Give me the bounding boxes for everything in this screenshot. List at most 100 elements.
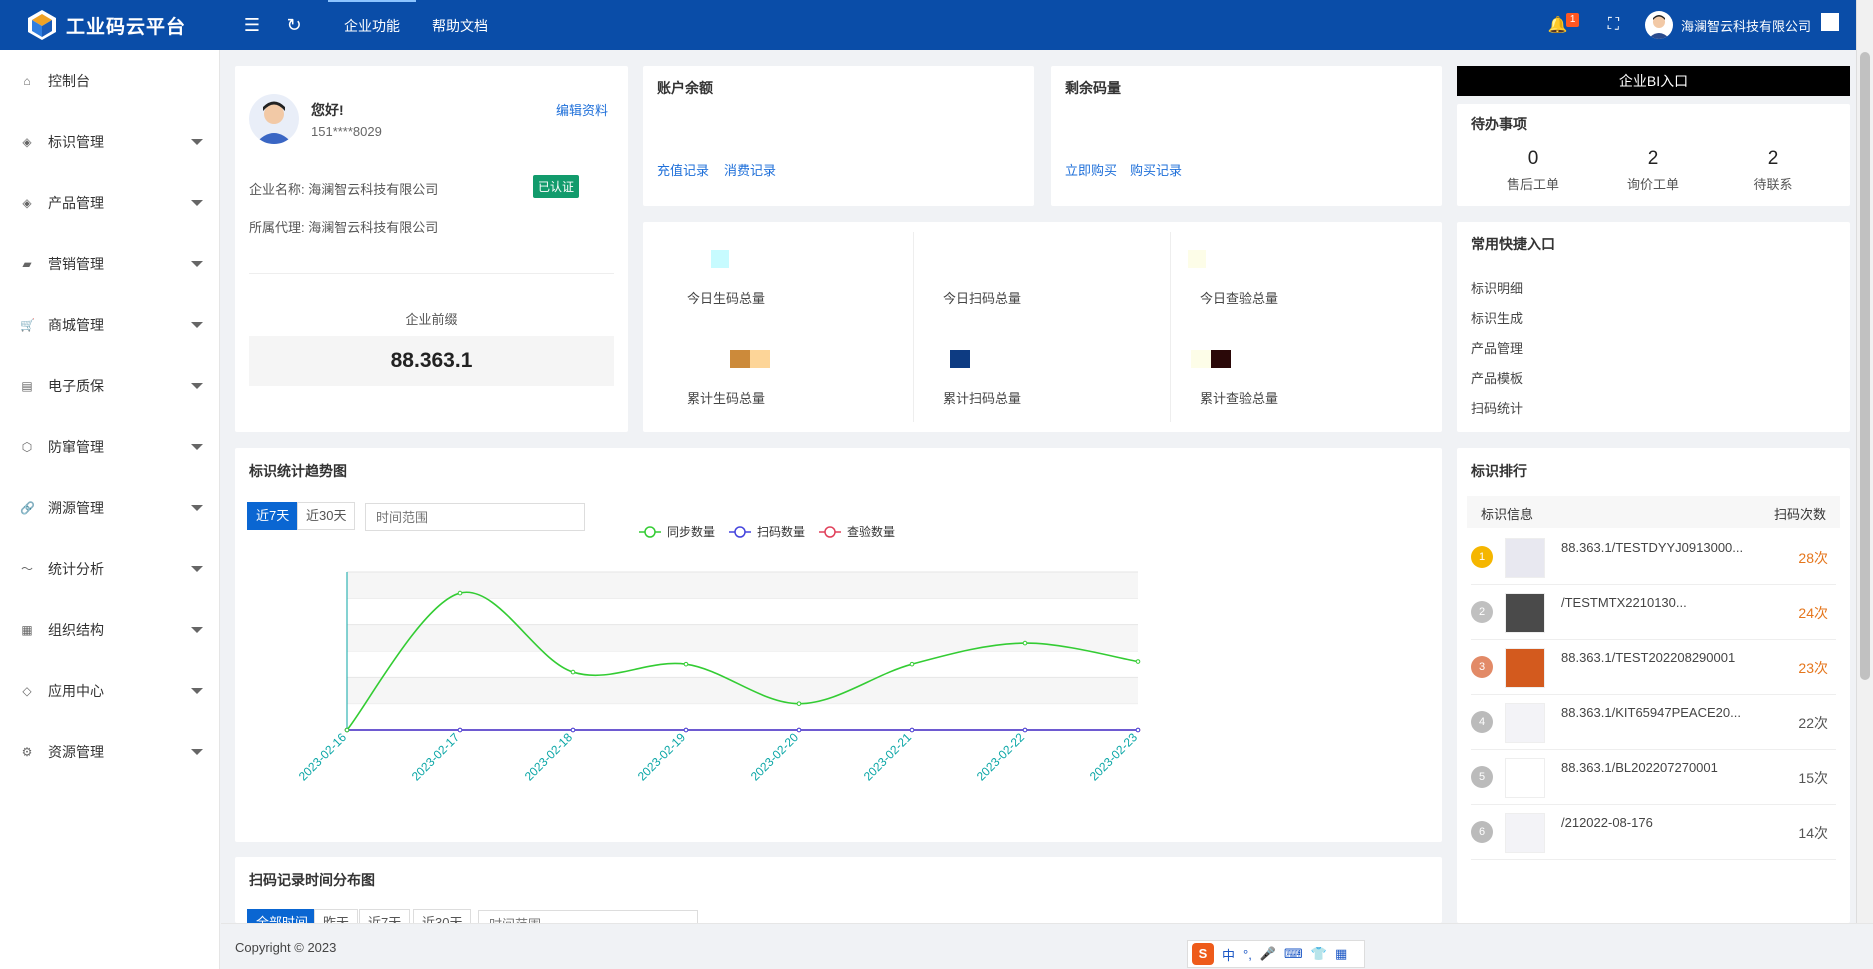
grid-band [347, 572, 1138, 599]
notification-badge: 1 [1565, 13, 1580, 27]
tab-all-time[interactable]: 全部时间 [247, 909, 318, 923]
ranking-card: 标识排行 标识信息 扫码次数 1 88.363.1/TESTDYYJ0913000… [1457, 448, 1850, 923]
brand-logo-icon [28, 10, 56, 40]
chevron-down-icon [191, 260, 203, 267]
user-menu-box[interactable] [1821, 13, 1839, 31]
rank-medal-icon: 3 [1471, 656, 1493, 678]
fullscreen-icon[interactable]: ⛶ [1608, 16, 1619, 34]
tab-enterprise-functions[interactable]: 企业功能 [328, 0, 416, 50]
total-check-label: 累计查验总量 [1200, 391, 1279, 406]
quick-item-product-template[interactable]: 产品模板 [1471, 368, 1523, 387]
consume-link[interactable]: 消费记录 [724, 160, 776, 179]
rank-medal-icon: 6 [1471, 821, 1493, 843]
grid-band [347, 677, 1138, 704]
home-icon: ⌂ [23, 73, 31, 88]
product-thumbnail [1505, 538, 1545, 578]
balance-title: 账户余额 [657, 80, 713, 96]
scrollbar-thumb[interactable] [1860, 52, 1870, 680]
tab-yesterday[interactable]: 昨天 [314, 909, 359, 923]
ranking-row[interactable]: 1 88.363.1/TESTDYYJ0913000... 28次 [1471, 530, 1836, 585]
data-point [909, 727, 915, 733]
trend-title: 标识统计趋势图 [249, 463, 347, 479]
microphone-icon[interactable]: 🎤 [1260, 946, 1276, 962]
sidebar-item-warranty[interactable]: ▤ 电子质保 [0, 355, 219, 416]
punctuation-icon[interactable]: °, [1243, 947, 1252, 962]
sidebar-item-organization[interactable]: ▦ 组织结构 [0, 599, 219, 660]
skin-icon[interactable]: 👕 [1311, 946, 1327, 962]
data-point [570, 669, 576, 675]
recharge-link[interactable]: 充值记录 [657, 160, 709, 179]
rank-medal-icon: 1 [1471, 546, 1493, 568]
today-check-label: 今日查验总量 [1200, 291, 1279, 306]
ranking-row[interactable]: 6/212022-08-176 14次 [1471, 805, 1836, 860]
quick-item-identifier-generate[interactable]: 标识生成 [1471, 308, 1523, 327]
today-gen-label: 今日生码总量 [687, 291, 766, 306]
total-gen-label: 累计生码总量 [687, 391, 766, 406]
legend-label: 查验数量 [847, 524, 895, 539]
x-tick-label: 2023-02-22 [974, 730, 1028, 784]
sidebar-item-dashboard[interactable]: ⌂ 控制台 [0, 50, 219, 111]
ime-language[interactable]: 中 [1222, 945, 1235, 964]
apps-grid-icon[interactable]: ▦ [1335, 946, 1347, 962]
todo-contact-count[interactable]: 2 [1713, 148, 1833, 170]
quick-item-identifier-detail[interactable]: 标识明细 [1471, 278, 1523, 297]
series-line [346, 591, 1139, 731]
scan-date-range-input[interactable] [478, 910, 698, 923]
sidebar-item-statistics[interactable]: 〜统计分析 [0, 538, 219, 599]
tab-help-docs[interactable]: 帮助文档 [416, 0, 504, 50]
todo-contact-label: 待联系 [1753, 177, 1793, 192]
todo-inquiry-label: 询价工单 [1626, 177, 1679, 192]
x-tick-label: 2023-02-19 [635, 730, 689, 784]
user-name[interactable]: 海澜智云科技有限公司 [1681, 16, 1811, 35]
gear-icon: ⚙ [21, 744, 33, 759]
rank-medal-icon: 5 [1471, 766, 1493, 788]
total-gen-mark-2 [750, 350, 770, 368]
brand[interactable]: 工业码云平台 [0, 0, 222, 50]
ime-toolbar[interactable]: S 中 °, 🎤 ⌨ 👕 ▦ [1187, 940, 1365, 968]
x-tick-label: 2023-02-20 [748, 730, 802, 784]
profile-card: 您好! 151****8029 编辑资料 企业名称: 海澜智云科技有限公司 已认… [235, 66, 628, 432]
sidebar-item-app-center[interactable]: ◇ 应用中心 [0, 660, 219, 721]
sidebar-item-identifier[interactable]: ◈ 标识管理 [0, 111, 219, 172]
quick-item-product-manage[interactable]: 产品管理 [1471, 338, 1523, 357]
company-name: 海澜智云科技有限公司 [308, 182, 439, 197]
todo-inquiry-count[interactable]: 2 [1593, 148, 1713, 170]
sidebar-item-anti-diversion[interactable]: ⬡ 防窜管理 [0, 416, 219, 477]
sidebar-item-mall[interactable]: 🛒 商城管理 [0, 294, 219, 355]
edit-profile-link[interactable]: 编辑资料 [556, 100, 608, 119]
quick-item-scan-stats[interactable]: 扫码统计 [1471, 398, 1523, 417]
chevron-down-icon [191, 626, 203, 633]
refresh-icon[interactable]: ↻ [282, 15, 306, 36]
tab-30-days[interactable]: 近30天 [413, 909, 472, 923]
tab-7-days[interactable]: 近7天 [359, 909, 411, 923]
keyboard-icon[interactable]: ⌨ [1284, 946, 1303, 962]
ranking-row[interactable]: 5 88.363.1/BL202207270001 15次 [1471, 750, 1836, 805]
today-check-mark [1188, 250, 1206, 268]
buy-now-link[interactable]: 立即购买 [1065, 160, 1117, 179]
col-identifier-info: 标识信息 [1481, 507, 1534, 522]
balance-card: 账户余额 充值记录 消费记录 [643, 66, 1034, 206]
legend-label: 扫码数量 [757, 524, 805, 539]
purchase-history-link[interactable]: 购买记录 [1130, 160, 1182, 179]
sidebar-item-traceability[interactable]: 🔗 溯源管理 [0, 477, 219, 538]
menu-toggle-icon[interactable]: ☰ [240, 15, 264, 36]
identifier-code: /TESTMTX2210130... [1561, 595, 1687, 610]
sidebar-item-resources[interactable]: ⚙ 资源管理 [0, 721, 219, 782]
user-avatar[interactable] [1644, 11, 1673, 39]
data-point [796, 727, 802, 733]
data-point [683, 727, 689, 733]
sidebar-item-product[interactable]: ◈ 产品管理 [0, 172, 219, 233]
bell-icon[interactable]: 🔔 1 [1548, 13, 1580, 35]
ranking-row[interactable]: 3 88.363.1/TEST202208290001 23次 [1471, 640, 1836, 695]
sidebar-item-marketing[interactable]: ▰ 营销管理 [0, 233, 219, 294]
ranking-row[interactable]: 4 88.363.1/KIT65947PEACE20... 22次 [1471, 695, 1836, 750]
ranking-row[interactable]: 2/TESTMTX2210130... 24次 [1471, 585, 1836, 640]
bi-entry-button[interactable]: 企业BI入口 [1457, 66, 1850, 96]
x-tick-label: 2023-02-21 [861, 730, 915, 784]
page-scrollbar[interactable] [1856, 0, 1873, 969]
chevron-down-icon [191, 443, 203, 450]
link-icon: 🔗 [20, 500, 35, 515]
total-scan-mark [950, 350, 970, 368]
todo-after-sales-count[interactable]: 0 [1473, 148, 1593, 170]
grid-band [347, 624, 1138, 651]
